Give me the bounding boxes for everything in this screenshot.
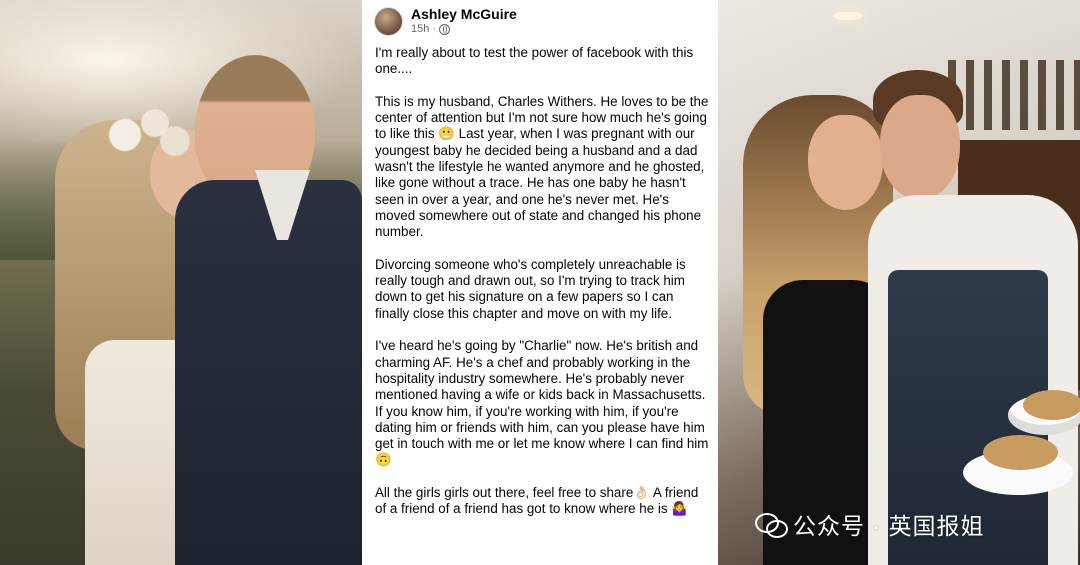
bread-loaf-top bbox=[1023, 390, 1080, 420]
post-meta: 15h · bbox=[411, 23, 517, 36]
post-header: Ashley McGuire 15h · bbox=[374, 6, 517, 36]
bread-loaf-bottom bbox=[983, 435, 1058, 470]
post-paragraph: I've heard he's going by "Charlie" now. … bbox=[375, 338, 709, 468]
wechat-icon bbox=[755, 511, 788, 538]
woman-face bbox=[808, 115, 883, 210]
restaurant-photo bbox=[718, 0, 1080, 565]
avatar[interactable] bbox=[374, 6, 403, 36]
post-body: I'm really about to test the power of fa… bbox=[375, 45, 710, 534]
bottle-shelf bbox=[948, 60, 1080, 130]
wechat-watermark: 公众号 · 英国报姐 bbox=[755, 507, 984, 541]
ceiling-light bbox=[833, 12, 863, 20]
separator-dot: · bbox=[432, 23, 437, 35]
wedding-photo bbox=[0, 0, 362, 565]
author-name[interactable]: Ashley McGuire bbox=[411, 6, 517, 23]
groom-suit bbox=[175, 180, 362, 565]
post-paragraph: All the girls girls out there, feel free… bbox=[375, 485, 699, 517]
man-face bbox=[880, 95, 960, 200]
globe-icon bbox=[439, 24, 451, 35]
flower-crown bbox=[95, 105, 195, 165]
watermark-text: 公众号 · 英国报姐 bbox=[793, 513, 985, 539]
facebook-post: Ashley McGuire 15h · I'm really about to… bbox=[362, 0, 718, 565]
post-paragraph: This is my husband, Charles Withers. He … bbox=[375, 93, 709, 240]
post-paragraph: Divorcing someone who's completely unrea… bbox=[375, 256, 686, 321]
post-paragraph: I'm really about to test the power of fa… bbox=[375, 45, 694, 77]
post-time[interactable]: 15h bbox=[411, 23, 429, 36]
